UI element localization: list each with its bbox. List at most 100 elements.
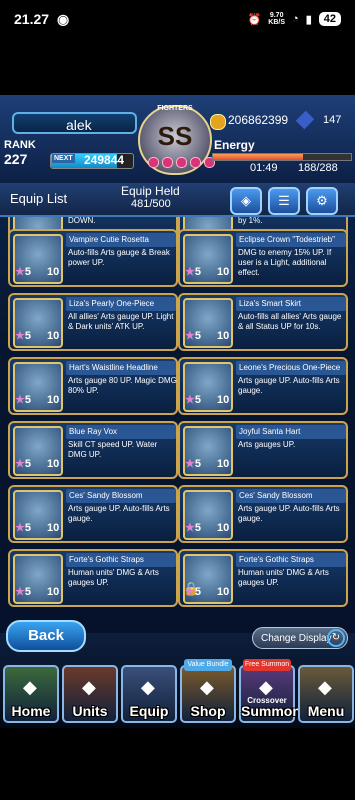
system-nav-area [0, 728, 355, 800]
nav-badge: Value Bundle [184, 659, 232, 671]
nav-units-button[interactable]: ◆ Units [62, 665, 118, 723]
battery-indicator: 42 [318, 12, 341, 26]
equip-card[interactable]: ★5 10 Ces' Sandy Blossom Arts gauge UP. Aut… [178, 485, 348, 543]
rarity-value: 5 [194, 522, 201, 534]
shop-icon: ◆ [200, 677, 214, 697]
back-button[interactable]: Back [6, 620, 86, 652]
equip-name: Eclipse Crown "Todestrieb" [236, 233, 346, 247]
equip-level: 10 [47, 522, 60, 534]
tag-filter-button[interactable]: ◈ [230, 187, 262, 215]
equip-name: Blue Ray Vox [66, 425, 176, 439]
alarm-icon: ⏰ [247, 13, 262, 26]
equip-held-label: Equip Held [121, 184, 180, 198]
equip-card[interactable]: ★5 10 Leone's Precious One-Piece Arts gauge… [178, 357, 348, 415]
sort-icon: ☰ [278, 193, 290, 208]
equip-level: 10 [47, 330, 60, 342]
equip-name: Leone's Precious One-Piece [236, 361, 346, 375]
equip-description: All allies' Arts gauge UP. Light & Dark … [68, 312, 174, 331]
player-header: alek RANK 227 NEXT 249844 FIGHTERS SS 20… [0, 95, 355, 187]
equip-level: 10 [217, 522, 230, 534]
equip-description: Auto-fills Arts gauge & Break power UP. [68, 248, 170, 267]
rarity-stars: ★5 [185, 522, 201, 534]
nav-home-button[interactable]: ◆ Home [3, 665, 59, 723]
home-icon: ◆ [23, 677, 37, 697]
rarity-stars: ★5 [15, 586, 31, 598]
equip-toolbar: Equip List Equip Held 481/500 ◈ ☰ ⚙ [0, 183, 355, 217]
equip-level: 10 [217, 586, 230, 598]
rarity-value: 5 [24, 586, 31, 598]
nav-menu-button[interactable]: ◆ Menu [298, 665, 354, 723]
rarity-value: 5 [24, 330, 31, 342]
equip-level: 10 [47, 394, 60, 406]
equip-description: Arts gauge UP. Auto-fills Arts gauge. [238, 504, 340, 523]
equip-name: Forte's Gothic Straps [66, 553, 176, 567]
equip-card[interactable]: ★5 10 Blue Ray Vox Skill CT speed UP. Water… [8, 421, 178, 479]
equip-level: 10 [217, 266, 230, 278]
equip-description: Arts gauge UP. Auto-fills Arts gauge. [238, 376, 340, 395]
nav-label: Units [72, 703, 108, 719]
nav-summon-button[interactable]: ◆ Free Summon Crossover Summon [239, 659, 301, 723]
equip-name: Liza's Smart Skirt [236, 297, 346, 311]
energy-label: Energy [214, 138, 255, 152]
rarity-value: 5 [24, 522, 31, 534]
energy-timer: 01:49 [250, 162, 278, 174]
rarity-stars: ★5 [185, 394, 201, 406]
equip-card[interactable]: ★5 10 Eclipse Crown "Todestrieb" DMG to ene… [178, 229, 348, 287]
equip-card[interactable]: ★5 10 Liza's Smart Skirt Auto-fills all all… [178, 293, 348, 351]
rarity-stars: ★5 [15, 522, 31, 534]
status-bar: 21.27 ◉ ⏰ 9.70 KB/S ◔ ▮ 42 [0, 0, 355, 38]
equip-name: Liza's Pearly One-Piece [66, 297, 176, 311]
rarity-stars: ★5 [15, 330, 31, 342]
nav-label: Home [11, 703, 51, 719]
nav-label: Menu [307, 703, 345, 719]
equip-card[interactable]: ★5 10 Forte's Gothic Straps Human units' DM… [8, 549, 178, 607]
sort-button[interactable]: ☰ [268, 187, 300, 215]
rarity-value: 5 [194, 394, 201, 406]
equip-card[interactable]: ★5 10 Joyful Santa Hart Arts gauges UP. [178, 421, 348, 479]
tag-icon: ◈ [241, 193, 251, 208]
equip-description: Arts gauges UP. [238, 440, 296, 449]
equip-card[interactable]: ★5 10 Ces' Sandy Blossom Arts gauge UP. Aut… [8, 485, 178, 543]
rarity-stars: ★5 [15, 394, 31, 406]
nav-shop-button[interactable]: ◆ Value Bundle Shop [180, 659, 236, 723]
equip-description: DMG to enemy 15% UP. If user is a Light,… [238, 248, 332, 277]
equip-grid: ★5 10 Arts gauge. Skill CT 25% DOWN. ★5 10 UP… [0, 217, 355, 607]
record-icon: ◉ [57, 10, 70, 27]
summon-icon: ◆ [259, 677, 273, 697]
equip-name: Forte's Gothic Straps [236, 553, 346, 567]
equip-name: Joyful Santa Hart [236, 425, 346, 439]
nav-label: Shop [190, 703, 226, 719]
speed-value: 9.70 [269, 12, 284, 19]
equip-description: Auto-fills all allies' Arts gauge & all … [238, 312, 342, 331]
change-display-button[interactable]: Change Display ↻ [252, 627, 348, 649]
next-label: NEXT [52, 154, 75, 163]
equip-held-value: 481/500 [131, 198, 171, 210]
rarity-value: 5 [24, 458, 31, 470]
equip-card[interactable]: ★5 10 Vampire Cutie Rosetta Auto-fills Arts… [8, 229, 178, 287]
settings-button[interactable]: ⚙ [306, 187, 338, 215]
nav-label: Summon [241, 703, 301, 719]
rarity-stars: ★5 [185, 458, 201, 470]
equip-card[interactable]: 🔒 ★5 10 Forte's Gothic Straps Human units' D… [178, 549, 348, 607]
emblem-label: FIGHTERS [157, 105, 193, 112]
rarity-stars: ★5 [15, 266, 31, 278]
emblem-grade: SS [157, 121, 193, 151]
network-speed: 9.70 KB/S [268, 12, 285, 26]
equip-card[interactable]: ★5 10 Liza's Pearly One-Piece All allies' A… [8, 293, 178, 351]
rarity-value: 5 [194, 266, 201, 278]
rank-value: 227 [4, 151, 28, 167]
clock: 21.27 [14, 11, 50, 27]
next-exp-value: 249844 [84, 153, 125, 167]
coin-count: 206862399 [228, 113, 289, 127]
coin-icon [210, 114, 226, 130]
refresh-icon: ↻ [327, 629, 345, 647]
equip-icon: ◆ [141, 677, 155, 697]
wifi-icon: ◔ [292, 13, 299, 25]
equip-description: Human units' DMG & Arts gauges UP. [68, 568, 159, 587]
nav-equip-button[interactable]: ◆ Equip [121, 665, 177, 723]
rarity-stars: ★5 [185, 266, 201, 278]
equip-card[interactable]: ★5 10 Hart's Waistline Headline Arts gauge … [8, 357, 178, 415]
equip-description: Skill CT speed UP. Water DMG UP. [68, 440, 158, 459]
equip-description: Arts gauge 80 UP. Magic DMG 80% UP. [68, 376, 177, 395]
equip-description: Human units' DMG & Arts gauges UP. [238, 568, 329, 587]
